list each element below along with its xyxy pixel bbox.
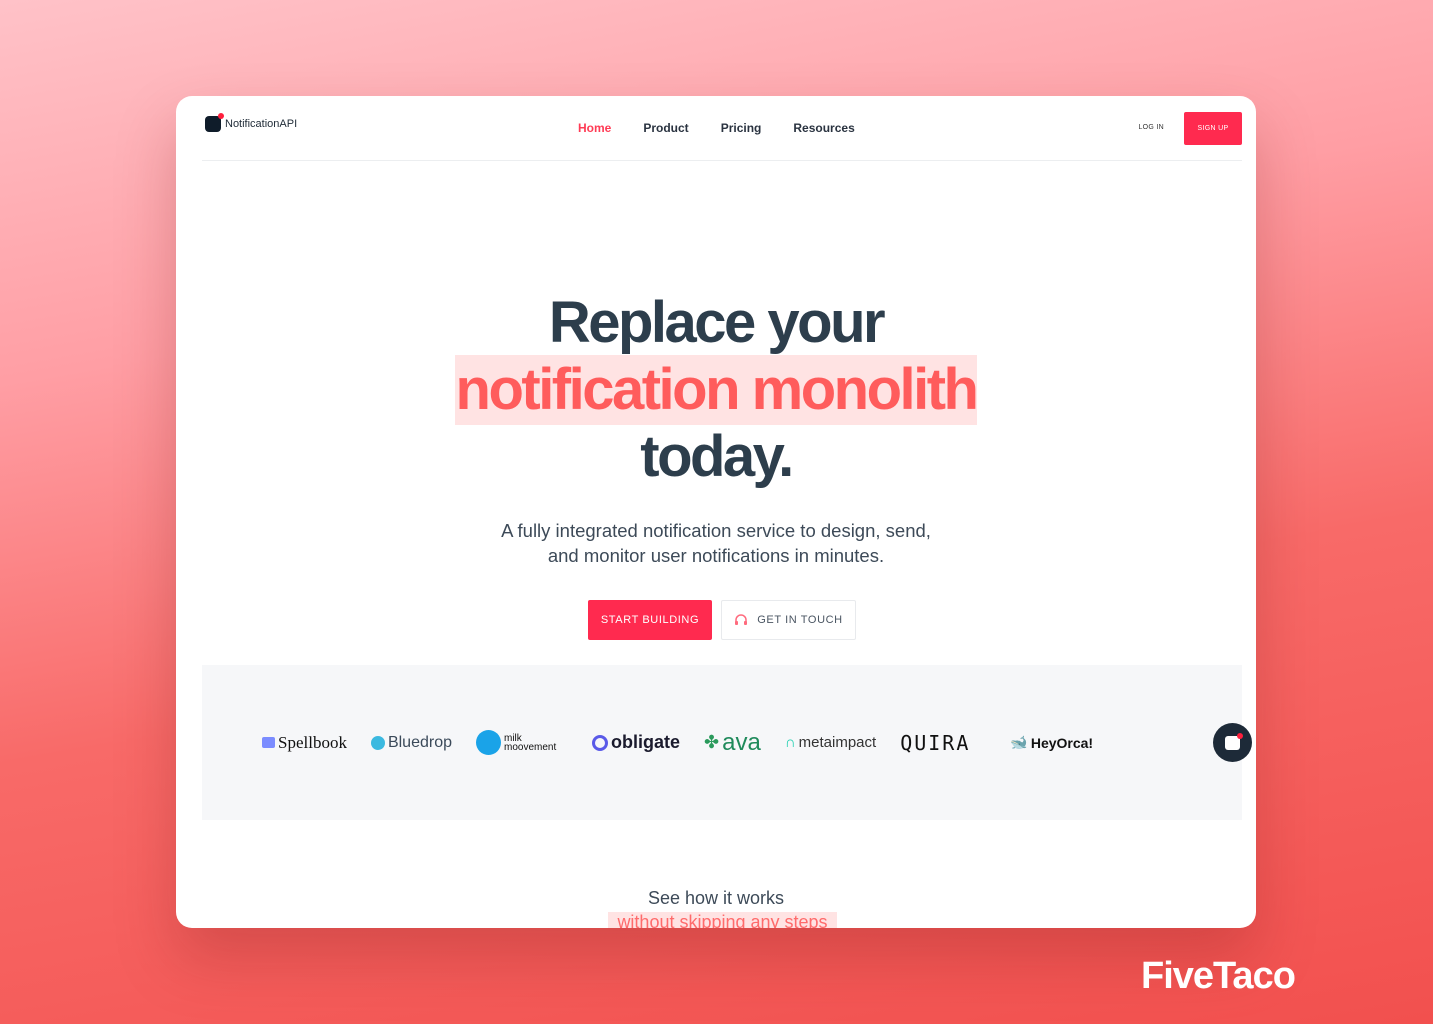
nav-home[interactable]: Home [578, 121, 611, 135]
brand-logo[interactable]: NotificationAPI [205, 113, 298, 132]
drop-icon [370, 735, 385, 750]
logo-metaimpact: ∩ metaimpact [785, 734, 876, 751]
subtitle-line-2: and monitor user notifications in minute… [547, 545, 885, 566]
logo-ava: ✤ ava [704, 729, 761, 757]
leaf-icon: ✤ [704, 732, 720, 752]
hero-subtitle: A fully integrated notification service … [176, 518, 1256, 568]
hero-line-1: Replace your [548, 290, 886, 355]
diamond-icon [262, 737, 275, 748]
browser-window: NotificationAPI Home Product Pricing Res… [176, 96, 1256, 928]
nav-product[interactable]: Product [643, 121, 688, 135]
hero-heading: Replace your notification monolith today… [176, 291, 1256, 489]
logo-text: Bluedrop [387, 733, 452, 751]
section-title: See how it works [647, 888, 785, 908]
logo-text: QUIRA [900, 730, 971, 755]
top-nav: NotificationAPI Home Product Pricing Res… [202, 96, 1242, 161]
fivetaco-watermark: FiveTaco [1141, 955, 1296, 997]
cow-icon [476, 730, 501, 755]
arch-icon: ∩ [784, 734, 796, 751]
logo-text: obligate [611, 732, 681, 752]
hero-line-3: today. [640, 424, 794, 489]
nav-resources[interactable]: Resources [793, 121, 854, 135]
get-in-touch-button[interactable]: GET IN TOUCH [721, 600, 856, 640]
obligate-icon [592, 734, 608, 751]
customer-logos: Spellbook Bluedrop milk moovement obliga… [202, 665, 1242, 820]
logo-text: metaimpact [798, 734, 877, 751]
logo-text: Spellbook [278, 732, 347, 752]
signup-button[interactable]: SIGN UP [1184, 112, 1242, 145]
logo-quira: QUIRA [900, 731, 970, 755]
subtitle-line-1: A fully integrated notification service … [501, 520, 931, 541]
chat-icon [1225, 732, 1243, 750]
nav-pricing[interactable]: Pricing [721, 121, 762, 135]
logo-icon [205, 113, 224, 132]
logo-obligate: obligate [592, 732, 680, 753]
orca-icon: 🐋 [1010, 734, 1028, 750]
headphones-icon [735, 614, 748, 625]
logo-text: ava [722, 728, 761, 756]
section-subtitle: without skipping any steps [608, 912, 837, 928]
logo-bluedrop: Bluedrop [370, 733, 452, 752]
logo-heyorca: 🐋 HeyOrca! [1010, 734, 1093, 751]
logo-text: HeyOrca! [1030, 734, 1094, 751]
logo-milk-moovement: milk moovement [476, 730, 568, 755]
start-building-button[interactable]: START BUILDING [588, 600, 712, 640]
brand-name: NotificationAPI [225, 118, 298, 130]
logo-spellbook: Spellbook [262, 733, 347, 753]
hero-highlight: notification monolith [454, 355, 979, 425]
chat-widget-button[interactable] [1213, 723, 1252, 762]
get-in-touch-label: GET IN TOUCH [757, 614, 843, 626]
login-link[interactable]: LOG IN [1138, 124, 1164, 131]
logo-text: milk moovement [504, 732, 557, 753]
